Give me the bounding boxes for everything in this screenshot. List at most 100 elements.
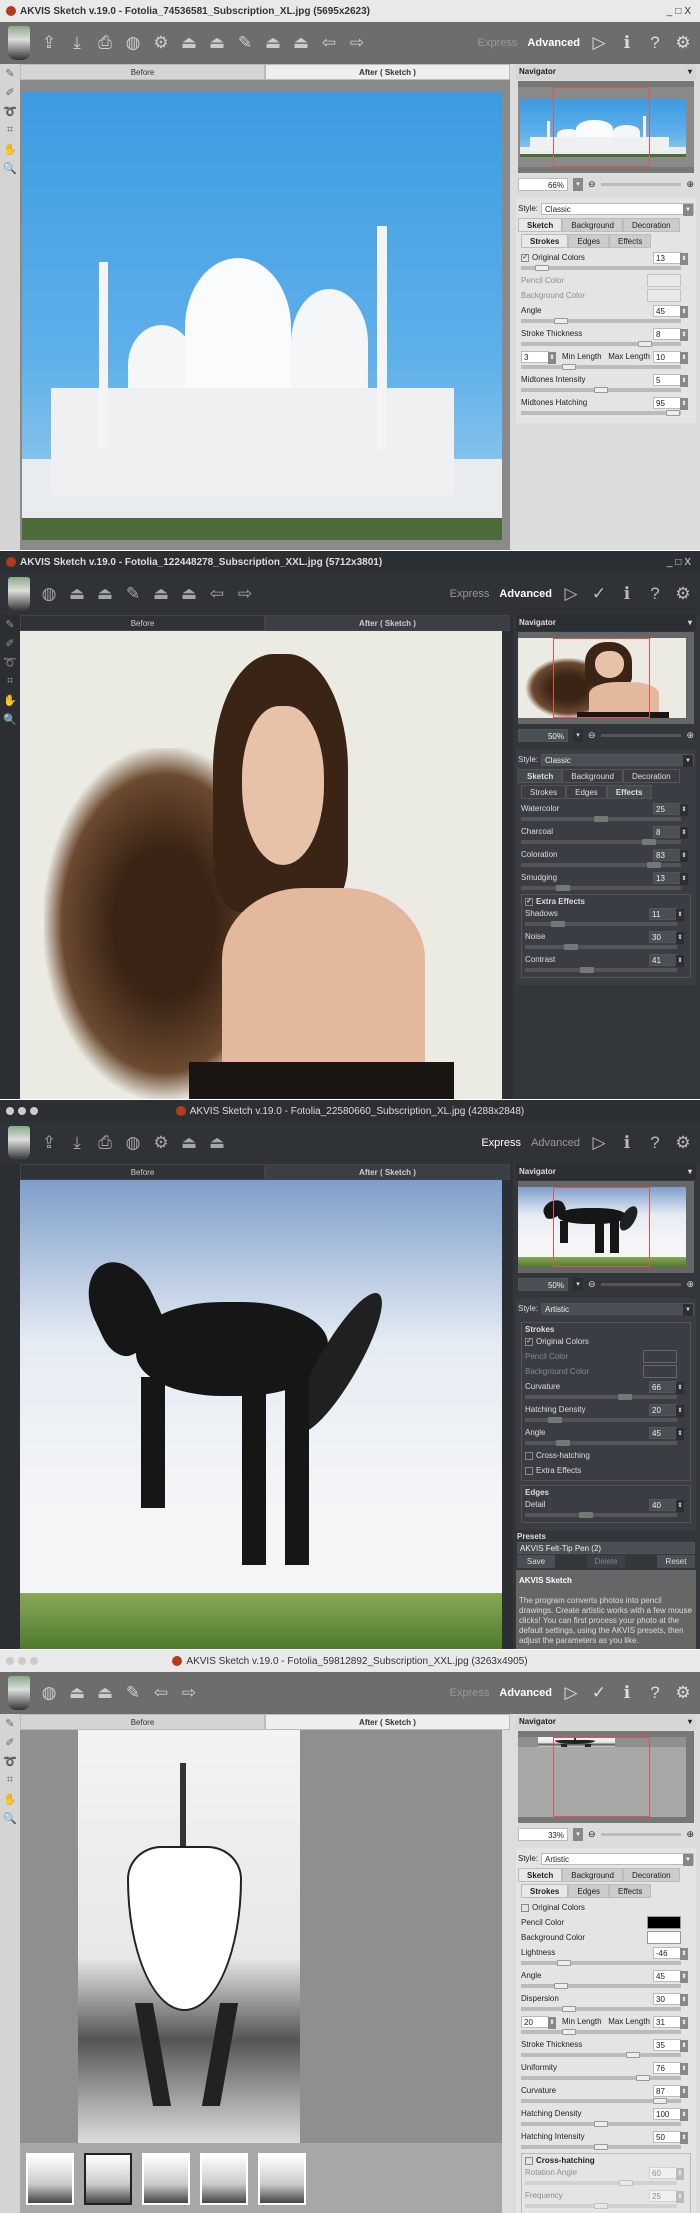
share-icon[interactable]: ◍ <box>124 1133 142 1153</box>
spinner-icon[interactable]: ⇕ <box>676 2190 684 2203</box>
pencil-color-swatch[interactable] <box>647 1916 681 1929</box>
stroke-thickness-slider-handle[interactable] <box>626 2052 640 2058</box>
dispersion-field[interactable]: 30 ⇕ <box>653 1992 688 2006</box>
batch-icon[interactable]: ⚙ <box>152 33 170 53</box>
back-icon[interactable]: ⇦ <box>208 584 226 604</box>
uniformity-slider-handle[interactable] <box>635 2075 650 2081</box>
info-icon[interactable]: ℹ <box>618 1133 636 1153</box>
print-icon[interactable]: ⎙ <box>96 33 114 53</box>
spinner-icon[interactable]: ⇕ <box>680 328 688 341</box>
mode-express-button[interactable]: Express <box>450 1687 490 1699</box>
view-frame[interactable] <box>553 87 650 167</box>
stroke-thickness-field[interactable]: 35 ⇕ <box>653 2038 688 2052</box>
charcoal-field[interactable]: 8 ⇕ <box>653 825 688 839</box>
tab-strokes[interactable]: Strokes <box>521 1884 569 1898</box>
curvature-slider-handle[interactable] <box>653 2098 668 2104</box>
tab-background[interactable]: Background <box>562 1868 623 1882</box>
lasso-tool-icon[interactable]: ➰ <box>3 656 17 669</box>
navigator-preview[interactable] <box>518 1181 694 1273</box>
spinner-icon[interactable]: ⇕ <box>680 826 688 839</box>
import-preset-icon[interactable]: ⏏ <box>68 584 86 604</box>
spinner-icon[interactable]: ⇕ <box>548 351 556 364</box>
stroke-thickness-slider-handle[interactable] <box>638 341 653 347</box>
brush-icon[interactable]: ✎ <box>124 1683 142 1703</box>
view-frame[interactable] <box>553 1737 650 1817</box>
crop-tool-icon[interactable]: ⌗ <box>7 124 13 137</box>
zoom-tool-icon[interactable]: 🔍 <box>3 162 17 175</box>
tab-effects[interactable]: Effects <box>609 1884 652 1898</box>
hatching-density-field[interactable]: 100 ⇕ <box>653 2107 688 2121</box>
brush-icon[interactable]: ✎ <box>124 584 142 604</box>
window-button[interactable] <box>18 1657 26 1665</box>
zoom-dropdown[interactable]: ▾ <box>573 1827 583 1841</box>
zoom-slider[interactable] <box>600 182 682 186</box>
midtones-intensity-slider[interactable] <box>521 387 681 393</box>
noise-field[interactable]: 30 ⇕ <box>649 930 684 944</box>
window-button[interactable] <box>30 1657 38 1665</box>
angle-field[interactable]: 45 ⇕ <box>653 304 688 318</box>
original-colors-checkbox[interactable]: ✓ <box>521 253 529 262</box>
info-icon[interactable]: ℹ <box>618 584 636 604</box>
run-icon[interactable]: ▷ <box>590 33 608 53</box>
import-preset-icon[interactable]: ⏏ <box>180 33 198 53</box>
smudging-slider[interactable] <box>521 885 681 891</box>
lightness-field[interactable]: -46 ⇕ <box>653 1946 688 1960</box>
midtones-hatching-field[interactable]: 95 ⇕ <box>653 396 688 410</box>
zoom-dropdown[interactable]: ▾ <box>573 177 583 191</box>
spinner-icon[interactable]: ⇕ <box>680 397 688 410</box>
help-icon[interactable]: ? <box>646 1683 664 1703</box>
hatching-density-slider-handle[interactable] <box>548 1417 563 1423</box>
min-length-field[interactable]: 20 ⇕ <box>521 2015 556 2029</box>
back-icon[interactable]: ⇦ <box>320 33 338 53</box>
run-icon[interactable]: ▷ <box>590 1133 608 1153</box>
crop-tool-icon[interactable]: ⌗ <box>7 1774 13 1787</box>
length-slider[interactable] <box>521 2029 681 2035</box>
length-slider-handle[interactable] <box>562 2029 576 2035</box>
view-frame[interactable] <box>553 1187 650 1267</box>
save-icon[interactable]: ⤓ <box>68 1133 86 1153</box>
open-icon[interactable]: ⇪ <box>40 33 58 53</box>
help-icon[interactable]: ? <box>646 33 664 53</box>
window-button[interactable] <box>6 1107 14 1115</box>
style-select[interactable]: Artistic ▼ <box>541 1302 694 1316</box>
cross-hatching-checkbox[interactable] <box>525 2156 533 2165</box>
lasso-tool-icon[interactable]: ➰ <box>3 1755 17 1768</box>
zoom-field[interactable]: 66% <box>518 177 568 191</box>
midtones-hatching-slider-handle[interactable] <box>666 410 680 416</box>
zoom-dropdown[interactable]: ▾ <box>573 1277 583 1291</box>
spinner-icon[interactable]: ⇕ <box>676 954 684 967</box>
spinner-icon[interactable]: ⇕ <box>676 908 684 921</box>
curvature-field[interactable]: 66 ⇕ <box>649 1380 684 1394</box>
lightness-slider-handle[interactable] <box>557 1960 572 1966</box>
spinner-icon[interactable]: ⇕ <box>676 2167 684 2180</box>
tab-before[interactable]: Before <box>20 615 265 631</box>
max-length-field[interactable]: 31 ⇕ <box>653 2015 688 2029</box>
hatching-density-slider-handle[interactable] <box>594 2121 608 2127</box>
tab-sketch[interactable]: Sketch <box>518 218 563 232</box>
stroke-thickness-slider[interactable] <box>521 341 681 347</box>
smudging-slider-handle[interactable] <box>555 885 570 891</box>
curvature-slider[interactable] <box>525 1394 677 1400</box>
detail-slider-handle[interactable] <box>578 1512 593 1518</box>
save-icon[interactable]: ⤓ <box>68 33 86 53</box>
angle-slider-handle[interactable] <box>556 1440 570 1446</box>
thumbnail[interactable] <box>142 2153 190 2205</box>
spinner-icon[interactable]: ⇕ <box>680 351 688 364</box>
settings-icon[interactable]: ⚙ <box>674 584 692 604</box>
dispersion-slider[interactable] <box>521 2006 681 2012</box>
help-icon[interactable]: ? <box>646 1133 664 1153</box>
zoom-field[interactable]: 50% <box>518 728 568 742</box>
tab-strokes[interactable]: Strokes <box>521 234 569 248</box>
tab-edges[interactable]: Edges <box>566 785 607 799</box>
rotation-angle-slider-handle[interactable] <box>619 2180 634 2186</box>
tab-before[interactable]: Before <box>20 64 265 80</box>
info-icon[interactable]: ℹ <box>618 1683 636 1703</box>
spinner-icon[interactable]: ⇕ <box>680 2085 688 2098</box>
navigator-preview[interactable] <box>518 81 694 173</box>
batch-icon[interactable]: ⚙ <box>152 1133 170 1153</box>
tab-after[interactable]: After ( Sketch ) <box>265 1164 510 1180</box>
length-slider[interactable] <box>521 364 681 370</box>
pencil-tool-icon[interactable]: ✎ <box>5 1717 14 1730</box>
spinner-icon[interactable]: ⇕ <box>676 1499 684 1512</box>
contrast-field[interactable]: 41 ⇕ <box>649 953 684 967</box>
